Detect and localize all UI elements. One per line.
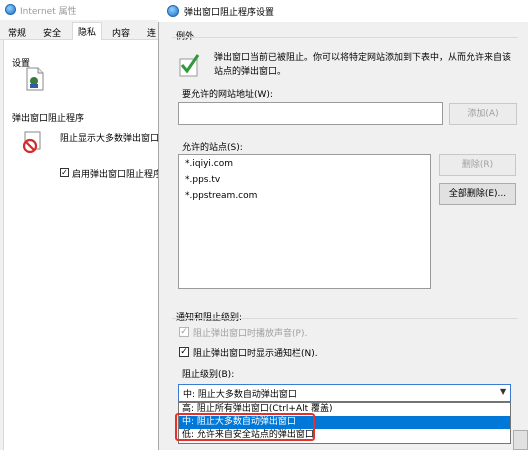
internet-globe-icon — [5, 4, 16, 15]
privacy-settings-icon — [26, 67, 44, 91]
notifications-divider — [172, 318, 518, 319]
list-item[interactable]: *.pps.tv — [185, 175, 220, 185]
blocking-level-selected: 中: 阻止大多数自动弹出窗口 — [183, 390, 297, 400]
tab-content[interactable]: 内容 — [107, 24, 135, 40]
tab-privacy[interactable]: 隐私 — [72, 22, 103, 41]
play-sound-label: 阻止弹出窗口时播放声音(P). — [193, 329, 308, 339]
website-address-input[interactable] — [178, 102, 443, 125]
popup-blocker-description: 阻止显示大多数弹出窗口 — [60, 134, 160, 144]
address-label: 要允许的网站地址(W): — [182, 90, 273, 100]
red-highlight-annotation — [175, 413, 315, 441]
internet-properties-title: Internet 属性 — [20, 7, 77, 17]
enable-popup-blocker-label: 启用弹出窗口阻止程序 — [72, 170, 163, 180]
popup-block-icon — [22, 131, 41, 153]
play-sound-checkbox[interactable]: ✓ — [179, 327, 189, 337]
exceptions-description: 弹出窗口当前已被阻止。你可以将特定网站添加到下表中，从而允许来自该站点的弹出窗口… — [214, 53, 512, 77]
allowed-sites-label: 允许的站点(S): — [182, 143, 243, 153]
allowed-sites-list[interactable]: *.iqiyi.com *.pps.tv *.ppstream.com — [178, 154, 431, 289]
close-button[interactable] — [513, 430, 528, 450]
tab-general[interactable]: 常规 — [3, 24, 31, 40]
popup-blocker-heading: 弹出窗口阻止程序 — [12, 114, 85, 124]
privacy-tab-panel — [3, 40, 163, 450]
remove-all-button[interactable]: 全部删除(E)... — [439, 183, 516, 205]
blocking-level-label: 阻止级别(B): — [182, 370, 235, 380]
allowed-check-icon — [179, 54, 200, 77]
remove-button[interactable]: 删除(R) — [439, 154, 516, 176]
internet-properties-tabs: 常规 安全 隐私 内容 连 — [0, 22, 165, 41]
tab-security[interactable]: 安全 — [38, 24, 66, 40]
internet-globe-icon — [167, 5, 179, 17]
show-infobar-checkbox[interactable]: ✓ — [179, 347, 189, 357]
exceptions-label: 例外 — [176, 32, 195, 42]
list-item[interactable]: *.ppstream.com — [185, 191, 257, 201]
add-button[interactable]: 添加(A) — [449, 103, 517, 125]
dialog-title: 弹出窗口阻止程序设置 — [184, 8, 275, 18]
list-item[interactable]: *.iqiyi.com — [185, 159, 233, 169]
show-infobar-label: 阻止弹出窗口时显示通知栏(N). — [193, 349, 318, 359]
notifications-label: 通知和阻止级别: — [176, 313, 243, 323]
chevron-down-icon[interactable]: ▼ — [500, 387, 506, 396]
enable-popup-blocker-checkbox[interactable]: ✓ — [60, 168, 69, 177]
exceptions-divider — [172, 37, 518, 38]
